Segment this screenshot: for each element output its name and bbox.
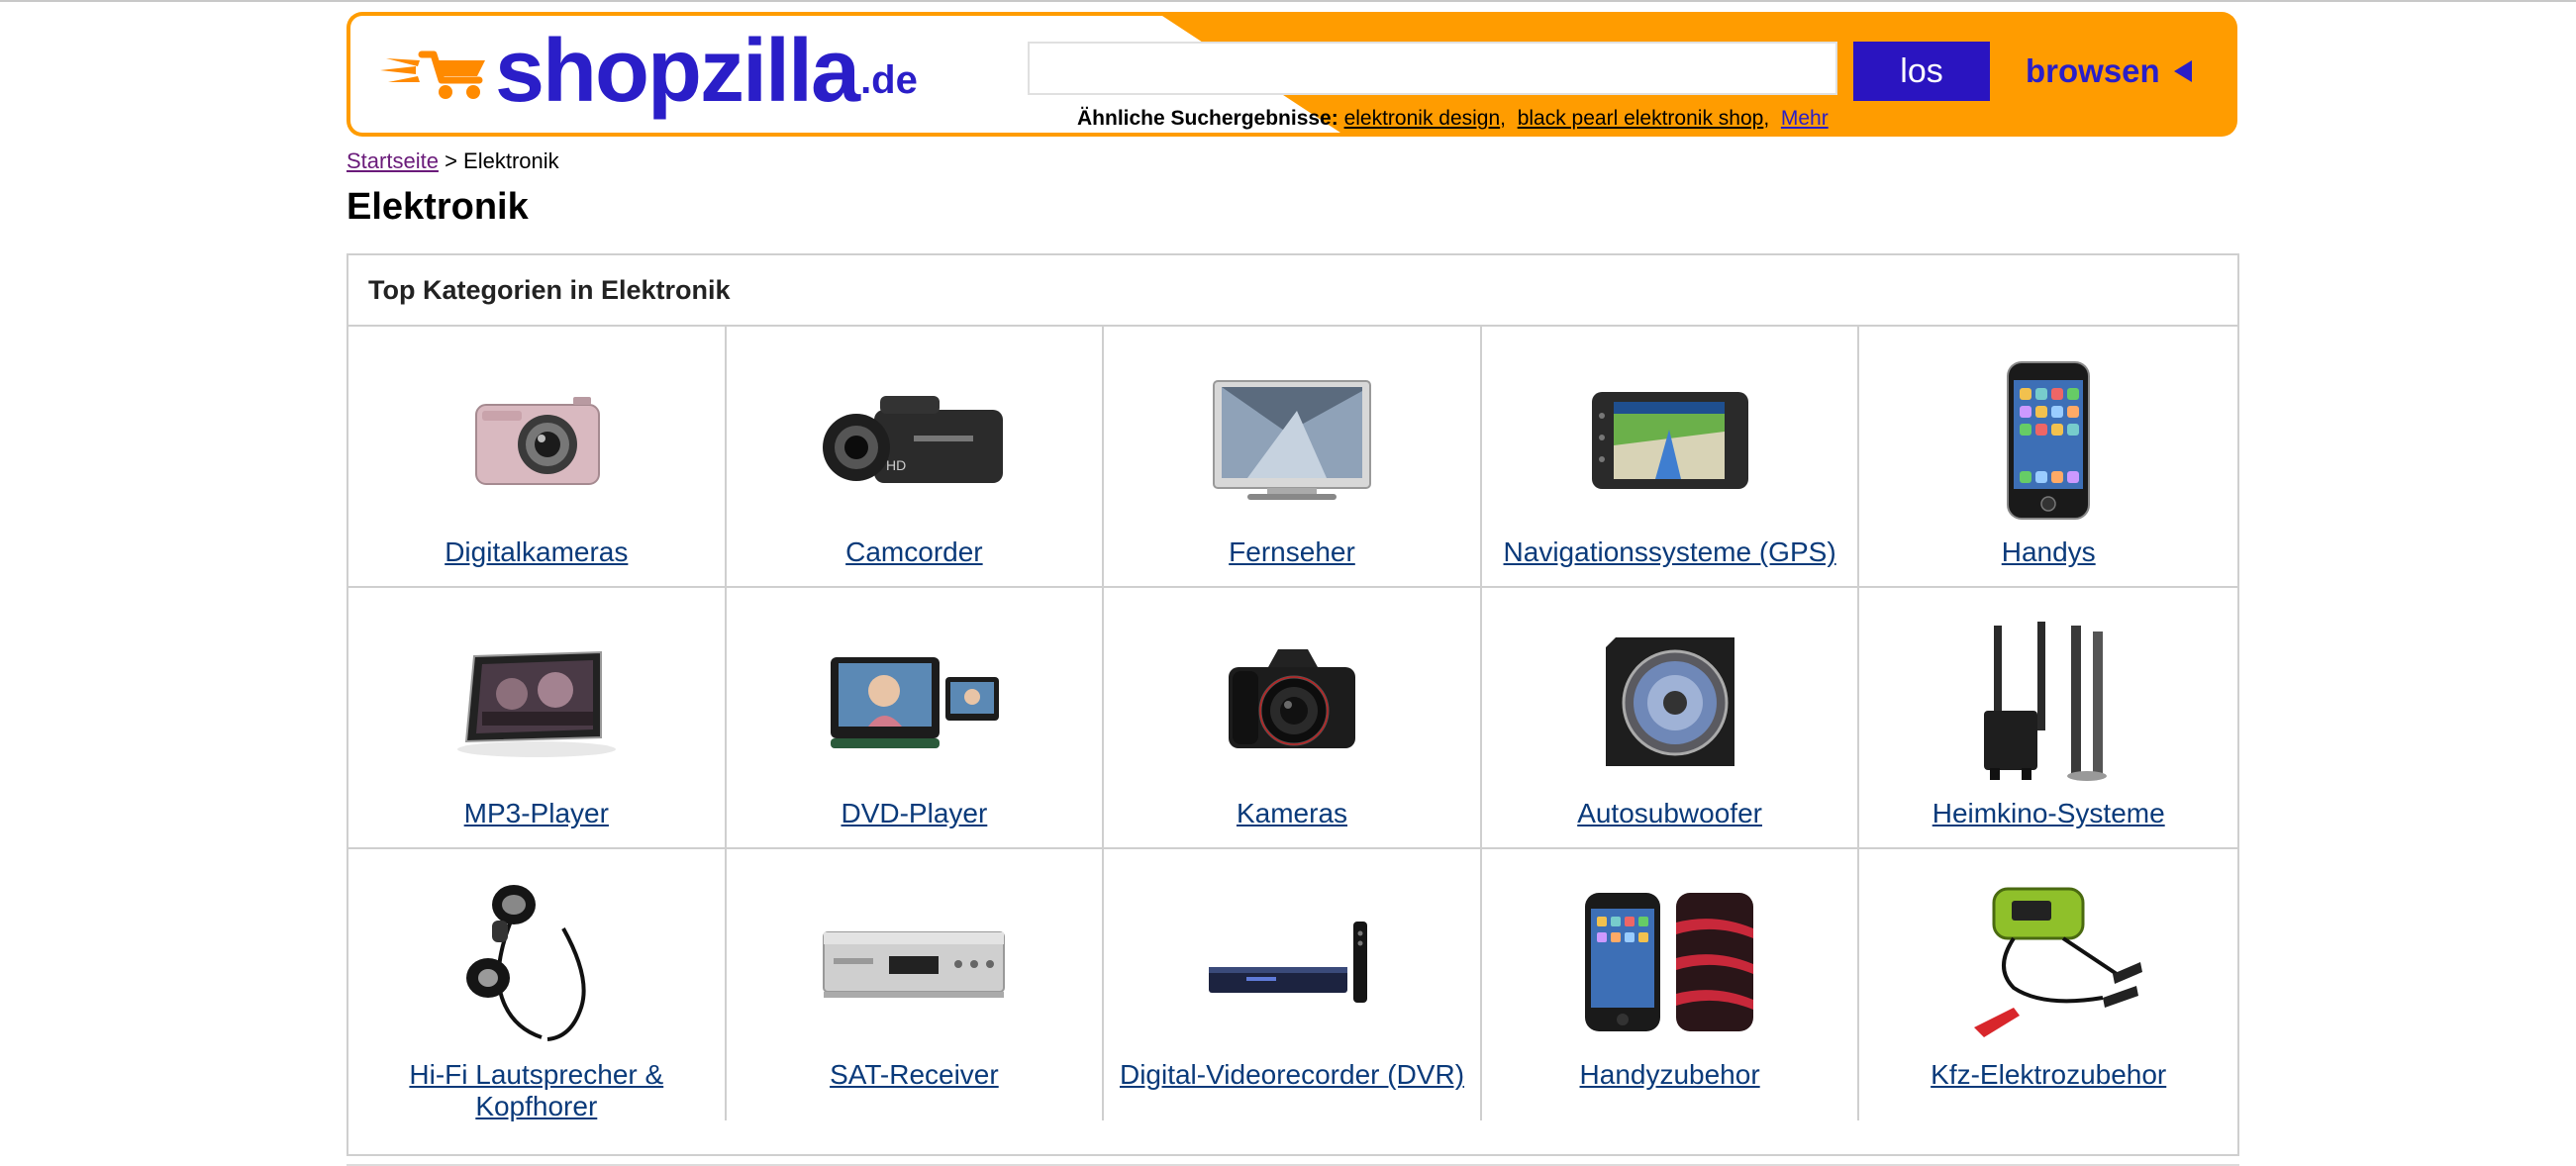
svg-text:HD: HD xyxy=(886,457,906,473)
related-more-link[interactable]: Mehr xyxy=(1781,107,1829,130)
category-tile[interactable]: Hi-Fi Lautsprecher & Kopfhorer xyxy=(348,849,727,1122)
category-link-handyzubehor[interactable]: Handyzubehor xyxy=(1492,1059,1848,1091)
gps-navigator-icon[interactable] xyxy=(1566,356,1774,525)
search-button[interactable]: los xyxy=(1853,42,1990,101)
category-link-mp3-player[interactable]: MP3-Player xyxy=(358,798,715,829)
category-tile[interactable]: Autosubwoofer xyxy=(1481,588,1860,849)
category-tile[interactable]: HD Camcorder xyxy=(726,327,1105,588)
category-link-heimkino-systeme[interactable]: Heimkino-Systeme xyxy=(1869,798,2228,829)
logo-domain: .de xyxy=(860,58,918,102)
phone-cases-icon[interactable] xyxy=(1566,879,1774,1047)
category-link-hifi-kopfhorer[interactable]: Hi-Fi Lautsprecher & Kopfhorer xyxy=(358,1059,715,1122)
category-link-kameras[interactable]: Kameras xyxy=(1114,798,1470,829)
category-link-autosubwoofer[interactable]: Autosubwoofer xyxy=(1492,798,1848,829)
logo-wordmark: shopzilla xyxy=(495,22,860,121)
breadcrumb: Startseite > Elektronik xyxy=(347,148,559,174)
category-tile[interactable]: DVD-Player xyxy=(726,588,1105,849)
category-tile[interactable]: Fernseher xyxy=(1104,327,1482,588)
top-categories-heading: Top Kategorien in Elektronik xyxy=(348,255,2237,327)
browse-button[interactable]: browsen xyxy=(2026,49,2192,93)
breadcrumb-home-link[interactable]: Startseite xyxy=(347,148,439,173)
category-link-navigationssysteme[interactable]: Navigationssysteme (GPS) xyxy=(1492,536,1848,568)
category-link-dvd-player[interactable]: DVD-Player xyxy=(737,798,1093,829)
browse-label: browsen xyxy=(2026,52,2160,89)
television-icon[interactable] xyxy=(1188,356,1396,525)
car-subwoofer-icon[interactable] xyxy=(1566,618,1774,786)
category-tile[interactable]: Digitalkameras xyxy=(348,327,727,588)
related-link-elektronik-design[interactable]: elektronik design xyxy=(1344,107,1501,130)
category-link-fernseher[interactable]: Fernseher xyxy=(1114,536,1470,568)
category-tile[interactable]: Handys xyxy=(1859,327,2237,588)
category-link-digitalkameras[interactable]: Digitalkameras xyxy=(358,536,715,568)
compact-camera-icon[interactable] xyxy=(433,356,641,525)
top-divider xyxy=(0,0,2576,2)
cart-logo-icon xyxy=(380,50,485,99)
category-tile[interactable]: Handyzubehor xyxy=(1482,849,1860,1120)
shopzilla-logo[interactable]: shopzilla .de xyxy=(376,22,918,121)
category-grid: Digitalkameras HD Camcorder Fernseher Na… xyxy=(348,327,2237,1122)
triangle-left-icon xyxy=(2173,60,2192,82)
earphones-icon[interactable] xyxy=(433,879,641,1047)
search-input[interactable] xyxy=(1028,42,1837,95)
category-tile[interactable]: Digital-Videorecorder (DVR) xyxy=(1104,849,1482,1120)
category-tile[interactable]: Kameras xyxy=(1104,588,1482,849)
dvr-recorder-icon[interactable] xyxy=(1188,879,1396,1047)
category-tile[interactable]: SAT-Receiver xyxy=(727,849,1105,1120)
battery-charger-icon[interactable] xyxy=(1944,879,2152,1047)
category-tile[interactable]: Heimkino-Systeme xyxy=(1859,588,2237,849)
category-link-sat-receiver[interactable]: SAT-Receiver xyxy=(737,1059,1093,1091)
related-searches-label: Ähnliche Suchergebnisse: xyxy=(1077,107,1338,130)
portable-dvd-player-icon[interactable] xyxy=(810,618,1018,786)
breadcrumb-separator: > xyxy=(445,148,457,173)
page-title: Elektronik xyxy=(347,186,529,228)
category-tile[interactable]: Navigationssysteme (GPS) xyxy=(1481,327,1860,588)
mp3-player-icon[interactable] xyxy=(433,618,641,786)
camcorder-icon[interactable]: HD xyxy=(810,356,1018,525)
top-categories-panel: Top Kategorien in Elektronik Digitalkame… xyxy=(347,253,2239,1156)
home-theater-speakers-icon[interactable] xyxy=(1944,618,2152,786)
category-link-kfz-elektrozubehor[interactable]: Kfz-Elektrozubehor xyxy=(1869,1059,2228,1091)
category-tile[interactable]: Kfz-Elektrozubehor xyxy=(1859,849,2237,1120)
category-link-camcorder[interactable]: Camcorder xyxy=(737,536,1093,568)
dslr-camera-icon[interactable] xyxy=(1188,618,1396,786)
site-header: shopzilla .de los browsen Ähnliche Suche… xyxy=(347,12,2237,137)
category-link-handys[interactable]: Handys xyxy=(1869,536,2228,568)
category-link-dvr[interactable]: Digital-Videorecorder (DVR) xyxy=(1114,1059,1470,1091)
smartphone-icon[interactable] xyxy=(1944,356,2152,525)
page-container: shopzilla .de los browsen Ähnliche Suche… xyxy=(347,12,2239,1156)
related-searches: Ähnliche Suchergebnisse: elektronik desi… xyxy=(1077,107,1829,130)
category-tile[interactable]: MP3-Player xyxy=(348,588,727,849)
breadcrumb-current: Elektronik xyxy=(463,148,559,173)
related-link-black-pearl[interactable]: black pearl elektronik shop xyxy=(1518,107,1764,130)
satellite-receiver-icon[interactable] xyxy=(810,879,1018,1047)
